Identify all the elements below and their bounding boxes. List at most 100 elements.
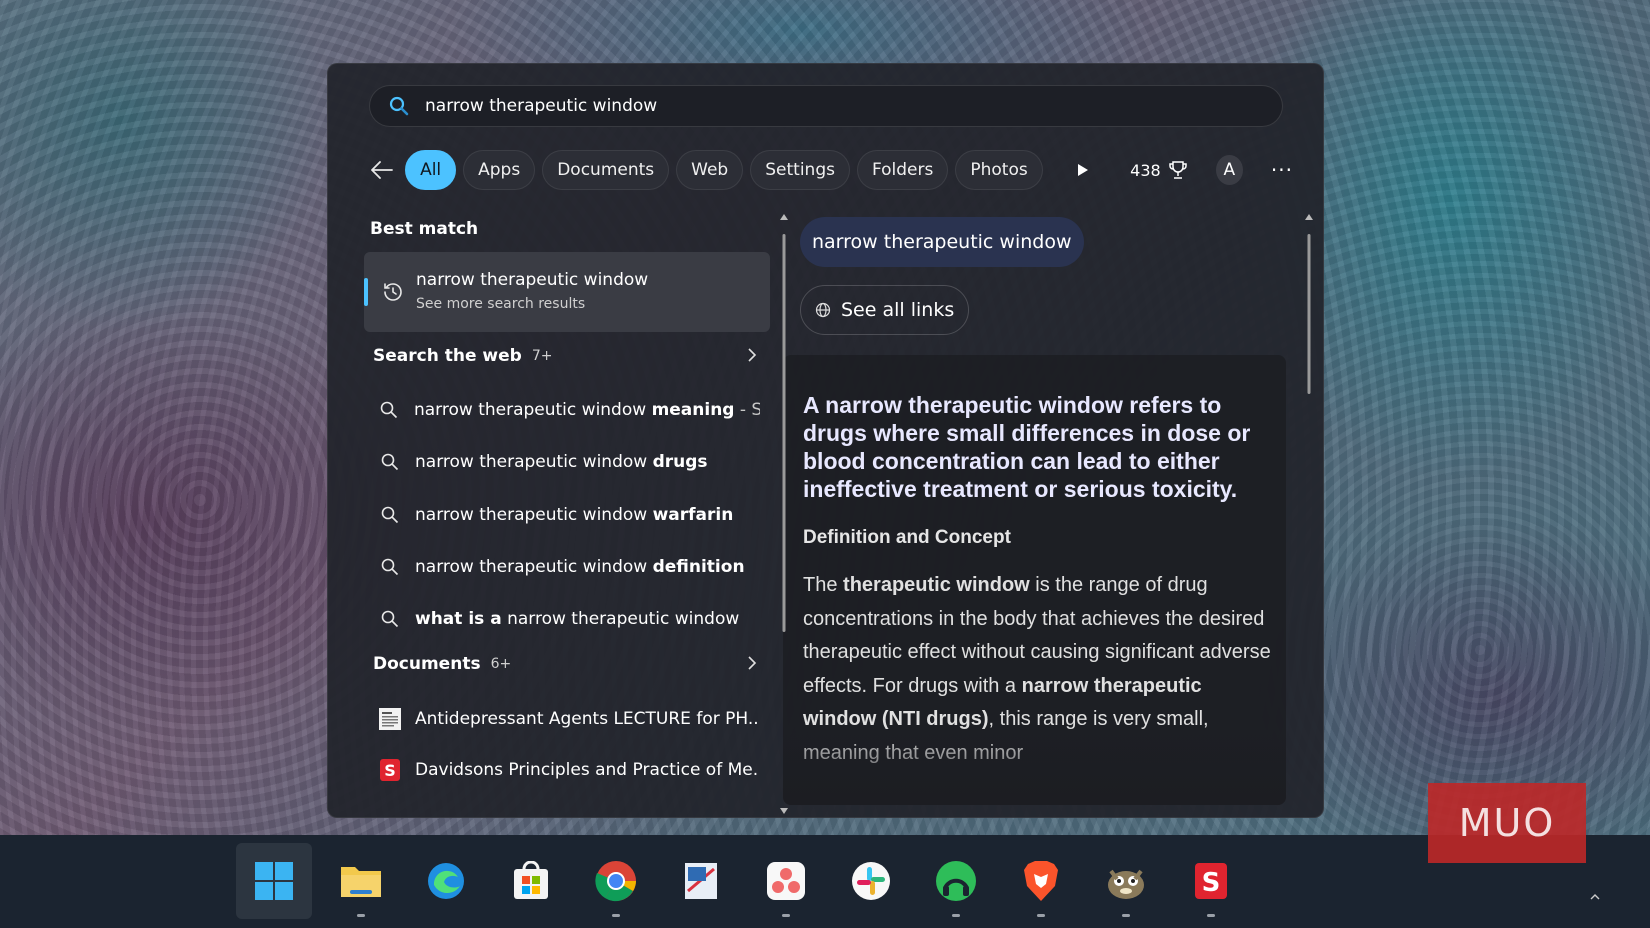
asana-icon	[767, 862, 805, 900]
document-result[interactable]: Antidepressant Agents LECTURE for PH...	[378, 704, 758, 734]
trophy-icon	[1168, 161, 1187, 179]
result-suffix: narrow therapeutic window	[501, 609, 740, 629]
filter-apps[interactable]: Apps	[463, 150, 536, 190]
chevron-right-icon	[748, 348, 757, 362]
more-options-button[interactable]: ···	[1271, 158, 1293, 182]
running-indicator	[782, 914, 790, 917]
filter-documents[interactable]: Documents	[542, 150, 670, 190]
answer-card: A narrow therapeutic window refers to dr…	[783, 355, 1286, 805]
account-avatar[interactable]: A	[1215, 155, 1243, 185]
result-suffix: - S...	[739, 400, 760, 420]
best-match-item[interactable]: narrow therapeutic window See more searc…	[364, 252, 770, 332]
running-indicator	[952, 914, 960, 917]
documents-heading: Documents	[373, 654, 481, 674]
documents-count: 6+	[490, 656, 512, 672]
taskbar: MUO S	[0, 783, 1650, 928]
taskbar-brave[interactable]	[1003, 843, 1079, 919]
running-indicator	[357, 914, 365, 917]
chevron-icon[interactable]	[1590, 893, 1600, 901]
search-icon	[389, 96, 409, 116]
taskbar-spotify[interactable]	[918, 843, 994, 919]
filter-folders[interactable]: Folders	[856, 150, 949, 190]
windows-start-button[interactable]	[236, 843, 312, 919]
taskbar-snipping-tool[interactable]	[663, 843, 739, 919]
back-button[interactable]	[363, 150, 401, 190]
result-text: narrow therapeutic window	[415, 505, 653, 525]
result-bold: warfarin	[652, 505, 734, 525]
result-bold: meaning	[651, 400, 735, 420]
search-icon	[380, 453, 400, 471]
search-web-count: 7+	[531, 348, 553, 364]
store-icon	[514, 861, 548, 899]
search-icon	[380, 610, 400, 628]
points-value: 438	[1130, 160, 1161, 180]
filter-bar: All Apps Documents Web Settings Folders …	[363, 149, 1293, 191]
results-pane: Best match narrow therapeutic window See…	[362, 207, 770, 807]
best-match-heading: Best match	[370, 219, 479, 239]
taskbar-chrome[interactable]	[578, 843, 654, 919]
svg-text:S: S	[384, 761, 396, 780]
snipping-tool-icon	[685, 863, 717, 899]
filter-all[interactable]: All	[405, 150, 457, 190]
taskbar-store[interactable]	[493, 843, 569, 919]
web-result[interactable]: narrow therapeutic window meaning - S...	[380, 395, 760, 425]
chevron-right-icon	[748, 656, 757, 670]
result-text: narrow therapeutic window	[415, 452, 653, 472]
search-window: All Apps Documents Web Settings Folders …	[327, 63, 1324, 818]
search-web-heading: Search the web	[373, 346, 522, 366]
document-result[interactable]: S Davidsons Principles and Practice of M…	[378, 755, 758, 785]
answer-fade	[783, 725, 1286, 805]
filter-photos[interactable]: Photos	[955, 150, 1043, 190]
answer-subhead: Definition and Concept	[803, 527, 1011, 548]
taskbar-slack[interactable]	[833, 843, 909, 919]
running-indicator	[612, 914, 620, 917]
globe-icon	[815, 302, 831, 318]
play-icon	[1077, 164, 1088, 176]
file-explorer-icon	[341, 867, 381, 897]
document-title: Davidsons Principles and Practice of Me.…	[415, 760, 758, 780]
best-match-subtitle: See more search results	[416, 296, 586, 312]
edge-icon	[428, 863, 464, 899]
document-s-icon: S	[378, 758, 402, 782]
documents-header[interactable]: Documents 6+	[373, 654, 757, 674]
web-result[interactable]: what is a narrow therapeutic window	[380, 604, 760, 634]
see-all-links-label: See all links	[841, 299, 955, 321]
svg-text:S: S	[1202, 868, 1221, 898]
spotify-icon	[936, 861, 976, 901]
search-web-header[interactable]: Search the web 7+	[373, 346, 757, 366]
filter-settings[interactable]: Settings	[750, 150, 850, 190]
web-result[interactable]: narrow therapeutic window drugs	[380, 447, 760, 477]
preview-query-chip[interactable]: narrow therapeutic window	[800, 217, 1084, 267]
search-icon	[380, 506, 400, 524]
slack-icon	[852, 862, 890, 900]
result-bold: definition	[652, 557, 745, 577]
docs-s-icon: S	[1195, 863, 1227, 899]
search-icon	[380, 401, 399, 419]
body-text: The	[803, 574, 844, 596]
running-indicator	[1207, 914, 1215, 917]
results-scrollbar[interactable]	[778, 214, 790, 814]
brave-icon	[1024, 861, 1058, 901]
taskbar-gimp[interactable]	[1088, 843, 1164, 919]
result-bold: what is a	[415, 609, 502, 629]
search-box[interactable]	[369, 85, 1283, 127]
taskbar-file-explorer[interactable]	[323, 843, 399, 919]
filter-web[interactable]: Web	[676, 150, 744, 190]
result-text: narrow therapeutic window	[415, 557, 653, 577]
selection-indicator	[364, 278, 368, 306]
web-result[interactable]: narrow therapeutic window warfarin	[380, 500, 760, 530]
search-input[interactable]	[425, 96, 1225, 116]
more-filters-button[interactable]	[1066, 150, 1100, 190]
web-result[interactable]: narrow therapeutic window definition	[380, 552, 760, 582]
taskbar-edge[interactable]	[408, 843, 484, 919]
muo-watermark: MUO	[1428, 783, 1586, 863]
body-bold: therapeutic window	[843, 574, 1030, 596]
taskbar-asana[interactable]	[748, 843, 824, 919]
taskbar-docs[interactable]: S	[1173, 843, 1249, 919]
search-icon	[380, 558, 400, 576]
see-all-links-button[interactable]: See all links	[800, 285, 970, 335]
preview-scrollbar[interactable]	[1303, 214, 1315, 394]
rewards-points[interactable]: 438	[1130, 160, 1188, 180]
best-match-title: narrow therapeutic window	[416, 270, 649, 290]
gimp-icon	[1108, 869, 1144, 899]
